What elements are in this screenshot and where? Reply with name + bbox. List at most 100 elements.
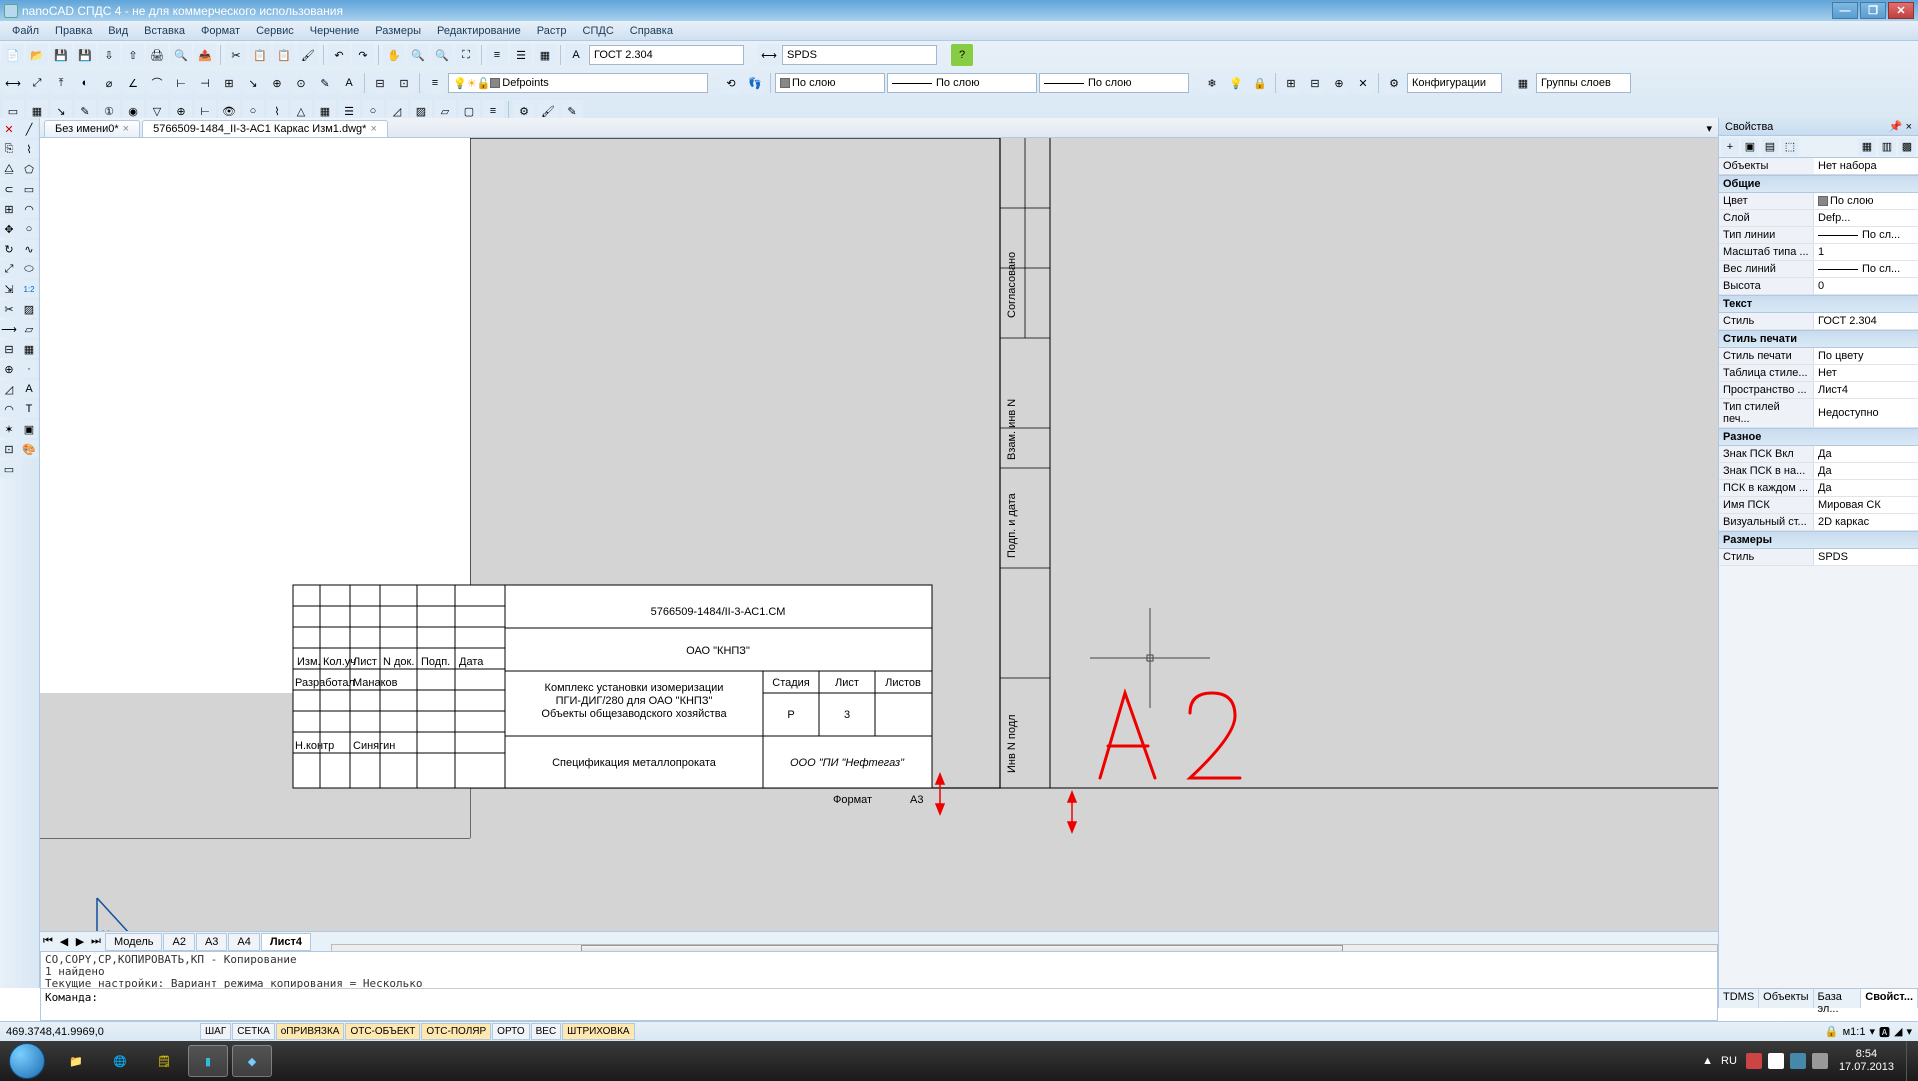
trim-icon[interactable]: ✂ [0,300,18,318]
tabstrip-menu-icon[interactable]: ▾ [1700,120,1718,137]
prop-value[interactable]: Нет [1814,365,1918,381]
props-mode3-icon[interactable]: ▩ [1898,138,1916,156]
arc-icon[interactable]: ◠ [20,200,38,218]
help-icon[interactable]: ? [951,44,973,66]
layout-tab-a4[interactable]: А4 [228,933,259,951]
layout-tab-a3[interactable]: А3 [196,933,227,951]
tray-net-icon[interactable] [1790,1053,1806,1069]
layer-del-icon[interactable]: ✕ [1352,72,1374,94]
print-icon[interactable]: 🖨 [146,44,168,66]
status-toggle-отс-объект[interactable]: ОТС-ОБЪЕКТ [345,1023,420,1040]
textstyle-icon[interactable]: A [565,44,587,66]
menu-help[interactable]: Справка [622,23,681,39]
tray-flag-icon[interactable] [1746,1053,1762,1069]
layer-manager-icon[interactable]: ≡ [424,72,446,94]
prop-value[interactable]: По слою [1814,193,1918,209]
cut-icon[interactable]: ✂ [225,44,247,66]
zoom-icon[interactable]: 🔍 [407,44,429,66]
tray-clock[interactable]: 8:54 17.07.2013 [1831,1048,1902,1074]
copyprops-icon[interactable]: 🖌 [297,44,319,66]
circle-icon[interactable]: ○ [20,220,38,238]
break-icon[interactable]: ⊟ [0,340,18,358]
drawing-canvas[interactable]: Изм. Кол.уч Лист N док. Подп. Дата Разра… [40,138,1718,931]
command-input[interactable] [102,991,1717,1004]
props-pick-icon[interactable]: ⬚ [1781,138,1799,156]
status-menu-icon[interactable]: ▾ [1906,1025,1912,1038]
prop-value[interactable]: 2D каркас [1814,514,1918,530]
undo-icon[interactable]: ↶ [328,44,350,66]
dim-linear-icon[interactable]: ⟷ [2,72,24,94]
explode-icon[interactable]: ✶ [0,420,18,438]
maximize-button[interactable]: ❐ [1860,2,1886,19]
mtext-icon[interactable]: T [20,400,38,418]
table-icon[interactable]: ▦ [20,340,38,358]
layer-freeze-icon[interactable]: ❄ [1201,72,1223,94]
menu-modify[interactable]: Редактирование [429,23,529,39]
prop-section[interactable]: Размеры [1719,531,1918,549]
status-scale-menu-icon[interactable]: ▾ [1869,1025,1875,1038]
task-notes-icon[interactable]: 🗒 [144,1045,184,1077]
block-icon[interactable]: ▣ [20,420,38,438]
props-tab-tdms[interactable]: TDMS [1719,989,1759,1008]
task-nanocad-icon[interactable]: ◆ [232,1045,272,1077]
prop-value[interactable]: По сл... [1814,227,1918,243]
redo-icon[interactable]: ↷ [352,44,374,66]
publish-icon[interactable]: 📤 [194,44,216,66]
color-combo[interactable]: По слою [775,73,885,93]
zoom-extents-icon[interactable]: ⛶ [455,44,477,66]
open-icon[interactable]: 📂 [26,44,48,66]
layer-groups-icon[interactable]: ▦ [1512,72,1534,94]
start-button[interactable] [0,1041,54,1081]
array-icon[interactable]: ⊞ [0,200,18,218]
hatch-icon[interactable]: ▨ [20,300,38,318]
prop-value[interactable]: Defp... [1814,210,1918,226]
dimstyle-combo[interactable]: SPDS [782,45,937,65]
prop-section[interactable]: Общие [1719,175,1918,193]
prop-value[interactable]: По сл... [1814,261,1918,277]
palette-icon[interactable]: 🎨 [20,440,38,458]
dim-arc-icon[interactable]: ⌒ [146,72,168,94]
scale-icon[interactable]: ⤢ [0,260,18,278]
dimtedit-icon[interactable]: A [338,72,360,94]
region-icon[interactable]: ▱ [20,320,38,338]
dim-ordinate-icon[interactable]: ⤒ [50,72,72,94]
prop-value[interactable]: Недоступно [1814,399,1918,427]
task-explorer-icon[interactable]: 📁 [56,1045,96,1077]
new-icon[interactable]: 📄 [2,44,24,66]
doc-tab-0[interactable]: Без имени0*× [44,120,140,137]
status-toggle-сетка[interactable]: СЕТКА [232,1023,275,1040]
props-pin-icon[interactable]: 📌 [1889,121,1903,133]
linetype-combo[interactable]: По слою [887,73,1037,93]
tab-nav-first-icon[interactable]: ⏮ [40,935,56,948]
prop-value[interactable]: ГОСТ 2.304 [1814,313,1918,329]
layer-config-icon[interactable]: ⚙ [1383,72,1405,94]
dim-radius-icon[interactable]: ◐ [74,72,96,94]
import-icon[interactable]: ⇩ [98,44,120,66]
save-icon[interactable]: 💾 [50,44,72,66]
doc-tab-1[interactable]: 5766509-1484_II-3-АС1 Каркас Изм1.dwg*× [142,120,388,137]
menu-spds[interactable]: СПДС [575,23,622,39]
prop-section[interactable]: Разное [1719,428,1918,446]
text-icon[interactable]: A [20,380,38,398]
join-icon[interactable]: ⊕ [0,360,18,378]
props-mode2-icon[interactable]: ▥ [1878,138,1896,156]
status-toggle-вес[interactable]: ВЕС [531,1023,562,1040]
tool18-icon[interactable]: ▭ [0,460,18,478]
move-icon[interactable]: ✥ [0,220,18,238]
prop-value[interactable]: Лист4 [1814,382,1918,398]
scale-label-icon[interactable]: 1:2 [20,280,38,298]
layer-off-icon[interactable]: 💡 [1225,72,1247,94]
props-tab-props[interactable]: Свойст... [1861,989,1918,1008]
dim-group-icon[interactable]: ⊞ [218,72,240,94]
layer-lock-icon[interactable]: 🔒 [1249,72,1271,94]
erase-icon[interactable]: ✕ [0,120,18,138]
layer-walk-icon[interactable]: 👣 [744,72,766,94]
ellipse-icon[interactable]: ⬭ [20,260,38,278]
pline-icon[interactable]: ⌇ [20,140,38,158]
menu-view[interactable]: Вид [100,23,136,39]
status-toggle-орто[interactable]: ОРТО [492,1023,529,1040]
menu-file[interactable]: Файл [4,23,47,39]
dim-continue-icon[interactable]: ⊣ [194,72,216,94]
status-scale[interactable]: м1:1 [1843,1026,1866,1038]
dim-angular-icon[interactable]: ∠ [122,72,144,94]
